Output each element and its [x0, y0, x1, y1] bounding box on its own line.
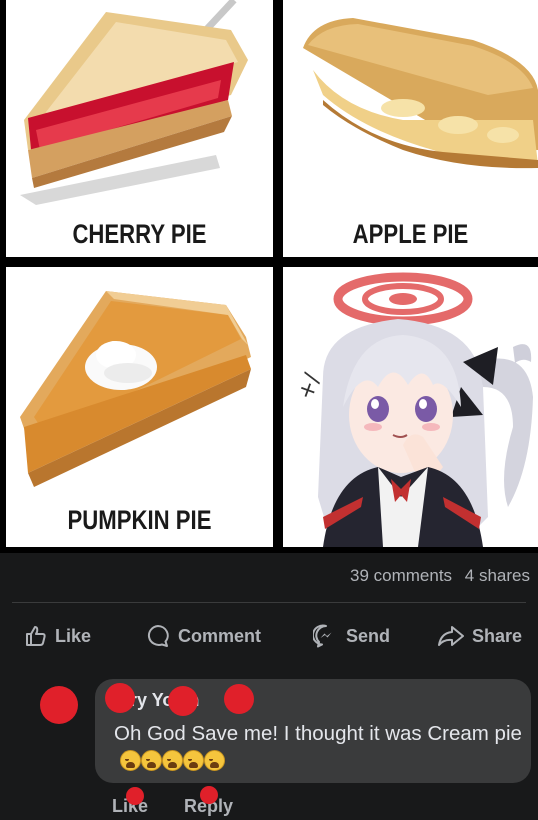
comment-body: Oh God Save me! I thought it was Cream p… — [114, 722, 522, 745]
panel-caption: PUMPKIN PIE — [67, 505, 212, 535]
divider — [12, 602, 526, 603]
like-label: Like — [55, 625, 92, 646]
comment-text: Oh God Save me! I thought it was Cream p… — [114, 720, 524, 779]
meme-image[interactable]: CHERRY PIE APPLE PIE PUMPKIN PIE +/ — [0, 0, 538, 553]
panel-cherry-pie: CHERRY PIE — [6, 0, 273, 257]
comment-label: Comment — [178, 625, 262, 646]
send-label: Send — [346, 625, 391, 646]
redaction-mark — [200, 786, 218, 804]
panel-pumpkin-pie: PUMPKIN PIE — [6, 267, 273, 547]
handwritten-mark: +/ — [293, 370, 326, 403]
comment-bubble-icon — [147, 625, 169, 647]
facebook-post: CHERRY PIE APPLE PIE PUMPKIN PIE +/ 39 c… — [0, 0, 538, 820]
loudly-crying-face-icon — [183, 750, 204, 771]
shares-count[interactable]: 4 shares — [465, 566, 530, 585]
like-button[interactable]: Like — [24, 618, 91, 654]
redaction-mark — [168, 686, 198, 716]
share-label: Share — [472, 625, 523, 646]
send-button[interactable]: Send — [313, 618, 390, 654]
post-action-bar: Like Comment Send Share — [0, 618, 538, 654]
messenger-icon — [313, 624, 332, 648]
engagement-stats: 39 comments 4 shares — [342, 566, 530, 586]
commenter-avatar-redacted[interactable] — [40, 686, 78, 724]
loudly-crying-face-icon — [204, 750, 225, 771]
panel-caption: APPLE PIE — [352, 219, 469, 249]
panel-caption: CHERRY PIE — [72, 219, 207, 249]
redaction-mark — [105, 683, 135, 713]
comments-count[interactable]: 39 comments — [350, 566, 452, 585]
loudly-crying-face-icon — [120, 750, 141, 771]
loudly-crying-face-icon — [141, 750, 162, 771]
crying-emoji-group — [120, 750, 225, 779]
redaction-mark — [126, 787, 144, 805]
share-button[interactable]: Share — [437, 618, 522, 654]
comment-button[interactable]: Comment — [145, 618, 261, 654]
loudly-crying-face-icon — [162, 750, 183, 771]
redaction-mark — [224, 684, 254, 714]
panel-apple-pie: APPLE PIE — [283, 0, 538, 257]
thumbs-up-icon — [26, 626, 46, 646]
anime-character-illustration: +/ — [293, 272, 533, 547]
share-arrow-icon — [438, 626, 464, 646]
panel-anime-character: +/ — [283, 267, 538, 547]
